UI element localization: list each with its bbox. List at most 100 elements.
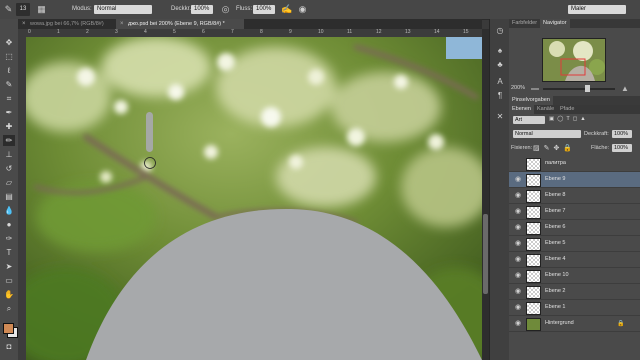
airbrush-icon[interactable]: ✍ [281, 4, 292, 15]
gradient-icon[interactable]: ▤ [3, 191, 15, 202]
navigator-thumbnail [543, 39, 605, 81]
layer-row[interactable]: ◉ Ebene 6 [509, 220, 640, 236]
layer-row[interactable]: ◉ Ebene 2 [509, 284, 640, 300]
healing-icon[interactable]: ✚ [3, 121, 15, 132]
eye-icon[interactable]: ◉ [514, 240, 522, 248]
tab-layers[interactable]: Ebenen [509, 105, 534, 114]
vertical-scrollbar[interactable] [482, 29, 489, 360]
layer-row[interactable]: ◉ Ebene 5 [509, 236, 640, 252]
brush-preset-icon[interactable]: ♠ [495, 46, 505, 56]
tab-channels[interactable]: Kanäle [534, 105, 557, 114]
clone-source-icon[interactable]: ♣ [495, 60, 505, 70]
pressure-opacity-icon[interactable]: ◎ [220, 4, 231, 15]
tab-paths[interactable]: Pfade [557, 105, 577, 114]
filter-icons[interactable]: ▣◯T◻▲ [549, 116, 589, 122]
layer-row[interactable]: ◉ Ebene 10 [509, 268, 640, 284]
history-brush-icon[interactable]: ↺ [3, 163, 15, 174]
brush-presets-header: Pinselvorgaben [509, 96, 640, 105]
zoom-in-icon[interactable]: ▲ [621, 85, 629, 93]
move-icon[interactable]: ✥ [3, 37, 15, 48]
eyedropper-icon[interactable]: ✒ [3, 107, 15, 118]
flow-field[interactable]: 100% [253, 5, 275, 14]
pressure-size-icon[interactable]: ◉ [297, 4, 308, 15]
eye-icon[interactable]: ◉ [514, 304, 522, 312]
close-icon[interactable]: × [120, 19, 124, 29]
layer-thumbnail [526, 302, 541, 315]
tools-icon[interactable]: ✕ [495, 112, 505, 122]
eraser-icon[interactable]: ▱ [3, 177, 15, 188]
layer-row[interactable]: ◉ Ebene 8 [509, 188, 640, 204]
brush-preset-icon[interactable]: ✎ [3, 4, 14, 15]
opacity-value: 100% [194, 6, 210, 12]
tab-label: wowa.jpg bei 66,7% (RGB/8#) [30, 21, 104, 27]
layer-row-background[interactable]: ◉ Hintergrund 🔒 [509, 316, 640, 332]
eye-icon[interactable]: ◉ [514, 224, 522, 232]
eye-icon[interactable]: ◉ [514, 176, 522, 184]
hand-icon[interactable]: ✋ [3, 289, 15, 300]
layer-name: Hintergrund [545, 320, 574, 326]
navigator-preview[interactable] [542, 38, 606, 82]
zoom-icon[interactable]: ⌕ [3, 303, 15, 314]
tab-navigator[interactable]: Navigator [540, 19, 570, 28]
eye-icon[interactable]: ◉ [514, 192, 522, 200]
document-tab-wowa[interactable]: × wowa.jpg bei 66,7% (RGB/8#) [18, 19, 116, 29]
dodge-icon[interactable]: ● [3, 219, 15, 230]
eye-icon[interactable]: ◉ [514, 320, 522, 328]
mode-select[interactable]: Normal [94, 5, 152, 14]
tab-swatches[interactable]: Farbfelder [509, 19, 540, 28]
foreground-color-swatch[interactable] [3, 323, 14, 334]
brush-panel-icon[interactable]: ▦ [36, 4, 47, 15]
lock-icons[interactable]: ▨✎✥🔒 [533, 144, 576, 152]
shape-icon[interactable]: ▭ [3, 275, 15, 286]
flow-label: Fluss: [236, 6, 253, 12]
eye-icon[interactable]: ◉ [514, 256, 522, 264]
layer-row[interactable]: ◉ Ebene 4 [509, 252, 640, 268]
ruler-tick-label: 2 [86, 29, 89, 35]
crop-icon[interactable]: ⌗ [3, 93, 15, 104]
fill-field[interactable]: 100% [612, 144, 632, 152]
document-canvas[interactable] [26, 37, 482, 360]
paragraph-icon[interactable]: ¶ [495, 91, 505, 101]
stamp-icon[interactable]: ⊥ [3, 149, 15, 160]
eye-icon[interactable]: ◉ [514, 288, 522, 296]
layer-row-selected[interactable]: ◉ Ebene 9 [509, 172, 640, 188]
workspace-select[interactable]: Maler [568, 5, 626, 14]
type-icon[interactable]: T [3, 247, 15, 258]
navigator-zoom[interactable]: 200% [511, 85, 525, 91]
layer-row[interactable]: ◉ Ebene 1 [509, 300, 640, 316]
eye-icon[interactable]: ◉ [514, 208, 522, 216]
brush-size-picker[interactable]: 13 [16, 3, 30, 16]
blend-mode-select[interactable]: Normal [513, 130, 581, 138]
close-icon[interactable]: × [22, 19, 26, 29]
ruler-tick-label: 1 [57, 29, 60, 35]
history-icon[interactable]: ◷ [495, 26, 505, 36]
background-thumbnail [526, 318, 541, 331]
blur-icon[interactable]: 💧 [3, 205, 15, 216]
zoom-slider-handle[interactable] [585, 85, 590, 92]
layer-opacity-label: Deckkraft: [584, 131, 609, 137]
layer-row[interactable]: · палитра [509, 156, 640, 172]
quick-mask-icon[interactable]: ◘ [3, 341, 15, 352]
pen-icon[interactable]: ✑ [3, 233, 15, 244]
quick-select-icon[interactable]: ✎ [3, 79, 15, 90]
layer-name: Ebene 9 [545, 176, 566, 182]
ruler-tick-label: 3 [115, 29, 118, 35]
scroll-thumb[interactable] [483, 214, 488, 294]
lasso-icon[interactable]: ℓ [3, 65, 15, 76]
layer-name: Ebene 8 [545, 192, 566, 198]
tab-brush-presets[interactable]: Pinselvorgaben [509, 96, 553, 105]
zoom-slider[interactable] [543, 88, 615, 90]
layer-row[interactable]: ◉ Ebene 7 [509, 204, 640, 220]
document-tab-active[interactable]: × джо.psd bei 200% (Ebene 9, RGB/8#) * [116, 19, 244, 29]
eye-icon[interactable]: ◉ [514, 272, 522, 280]
layer-opacity-field[interactable]: 100% [612, 130, 632, 138]
layer-name: Ebene 2 [545, 288, 566, 294]
visibility-toggle[interactable]: · [514, 160, 522, 168]
zoom-out-icon[interactable] [531, 88, 539, 90]
marquee-icon[interactable]: ⬚ [3, 51, 15, 62]
brush-icon[interactable]: ✏ [3, 135, 15, 146]
layer-kind-filter[interactable]: Art [513, 116, 545, 124]
opacity-field[interactable]: 100% [191, 5, 213, 14]
character-icon[interactable]: A [495, 77, 505, 87]
path-select-icon[interactable]: ➤ [3, 261, 15, 272]
